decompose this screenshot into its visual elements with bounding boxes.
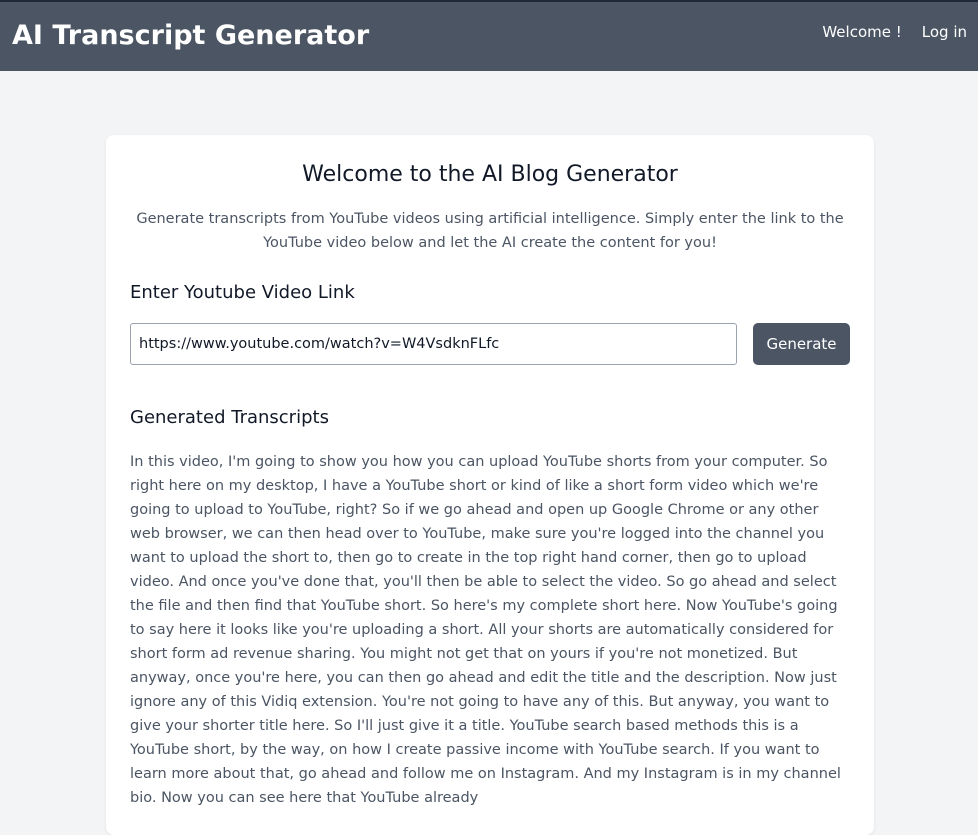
- nav-links: Welcome ! Log in: [822, 23, 967, 41]
- main-card: Welcome to the AI Blog Generator Generat…: [106, 135, 874, 835]
- login-link[interactable]: Log in: [922, 23, 967, 41]
- transcript-text: In this video, I'm going to show you how…: [130, 454, 841, 806]
- page-description: Generate transcripts from YouTube videos…: [136, 211, 844, 251]
- transcripts-heading: Generated Transcripts: [130, 407, 329, 428]
- youtube-url-input[interactable]: [130, 323, 737, 365]
- welcome-link[interactable]: Welcome !: [822, 23, 901, 41]
- page-title: Welcome to the AI Blog Generator: [302, 162, 678, 187]
- top-navbar: AI Transcript Generator Welcome ! Log in: [0, 0, 978, 71]
- brand-title[interactable]: AI Transcript Generator: [12, 20, 369, 51]
- video-link-label: Enter Youtube Video Link: [130, 282, 355, 303]
- generate-button[interactable]: Generate: [753, 323, 850, 365]
